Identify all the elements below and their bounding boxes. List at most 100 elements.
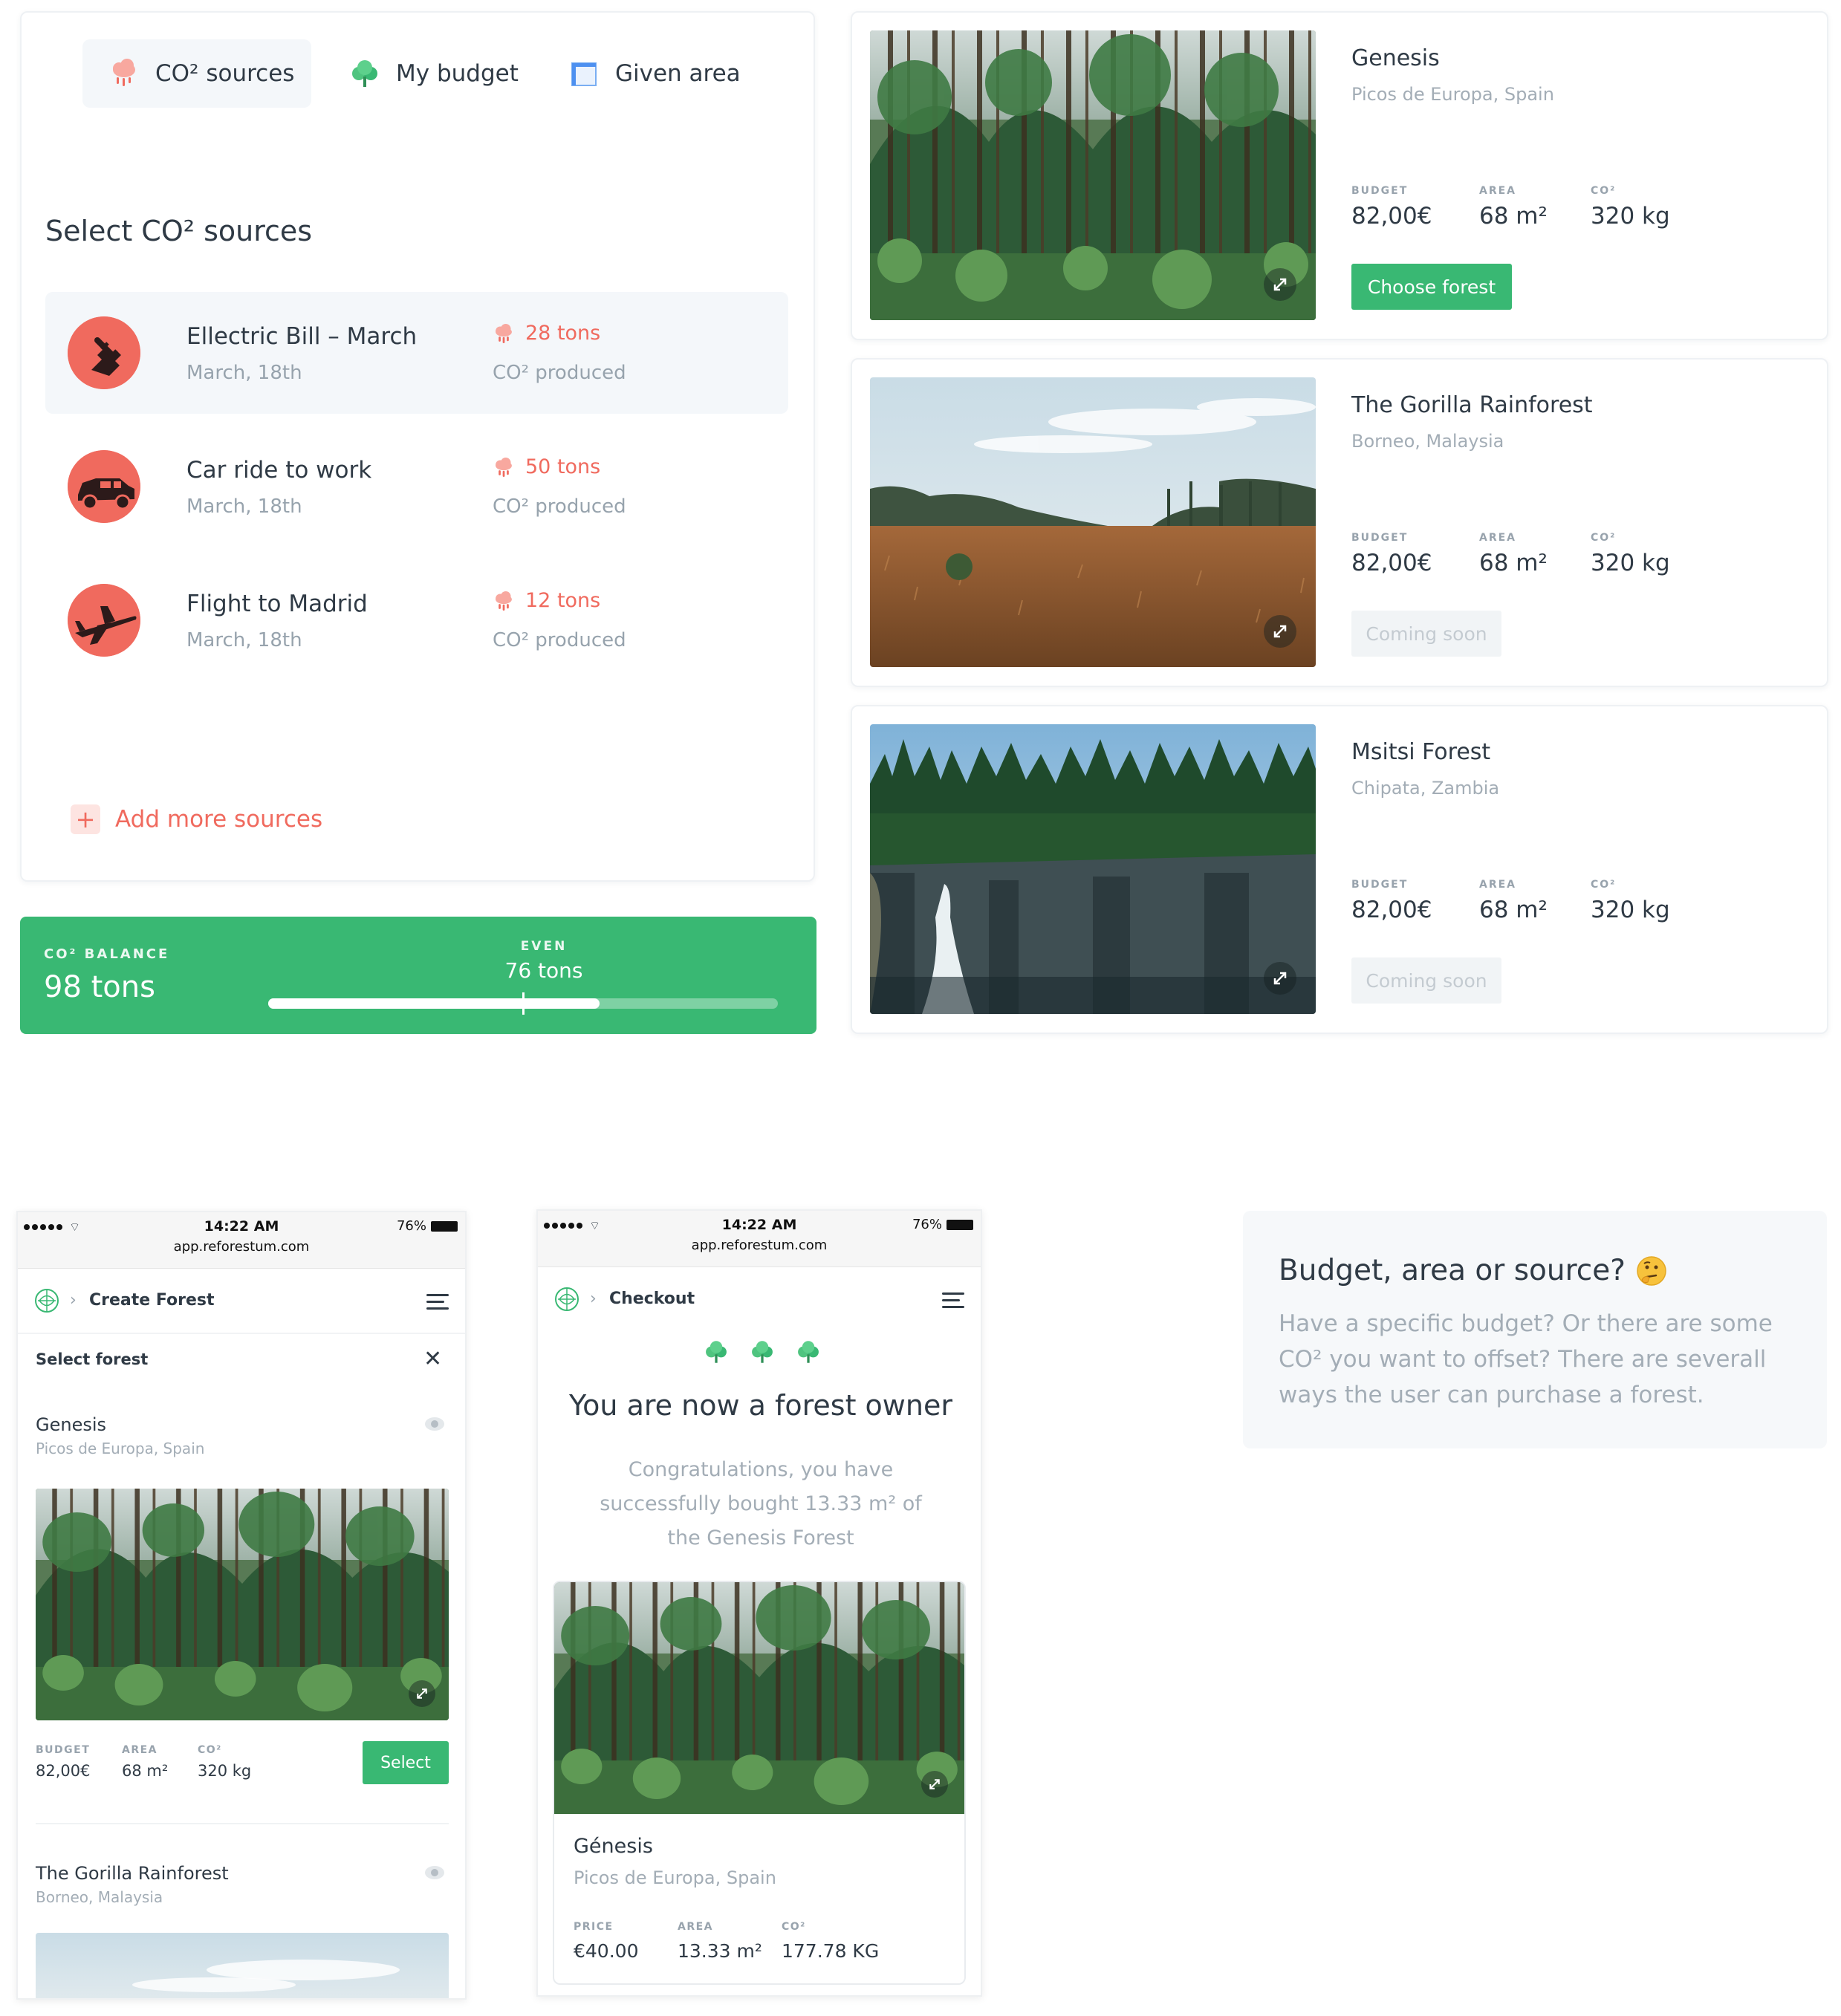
battery-icon [947, 1219, 973, 1230]
source-item[interactable]: Car ride to work March, 18th 50 tons CO²… [45, 426, 788, 547]
expand-icon[interactable] [1264, 962, 1296, 995]
price-label: PRICE [574, 1921, 614, 1933]
even-marker [522, 992, 525, 1015]
source-title: Flight to Madrid [186, 591, 368, 617]
expand-icon[interactable] [921, 1771, 948, 1798]
plus-icon: + [71, 804, 100, 834]
source-item[interactable]: Flight to Madrid March, 18th 12 tons CO²… [45, 559, 788, 681]
balance-track [268, 992, 778, 1015]
source-item[interactable]: Ellectric Bill – March March, 18th 28 to… [45, 292, 788, 414]
tab-my-budget[interactable]: My budget [348, 39, 527, 108]
forest-image [870, 724, 1316, 1014]
info-title: Budget, area or source? [1279, 1254, 1667, 1287]
area-label: AREA [678, 1921, 714, 1933]
choose-forest-button[interactable]: Choose forest [1351, 264, 1512, 310]
eye-icon[interactable] [425, 1866, 444, 1879]
status-bar: ⌔ 14:22 AM app.reforestum.com 76% [538, 1211, 981, 1267]
forest-image [554, 1582, 964, 1814]
battery-icon [431, 1220, 458, 1232]
app-nav: › Checkout [538, 1267, 981, 1333]
co2-label: CO² [782, 1921, 806, 1933]
car-icon [68, 450, 140, 523]
coming-soon-button: Coming soon [1351, 957, 1501, 1004]
forest-location: Borneo, Malaysia [1351, 431, 1504, 452]
forest-location: Chipata, Zambia [1351, 778, 1500, 799]
source-date: March, 18th [186, 629, 302, 651]
co2-label: CO² [198, 1744, 222, 1756]
tab-label: CO² sources [155, 60, 295, 87]
forest-card: Genesis Picos de Europa, Spain BUDGET 82… [851, 11, 1828, 340]
eye-icon[interactable] [425, 1417, 444, 1431]
add-more-sources-button[interactable]: + Add more sources [71, 804, 322, 834]
even-value: 76 tons [504, 958, 583, 983]
expand-icon[interactable] [1264, 268, 1296, 301]
source-date: March, 18th [186, 362, 302, 384]
forest-name: Genesis [36, 1414, 107, 1435]
co2-value: 320 kg [1591, 897, 1670, 923]
forest-name: The Gorilla Rainforest [1351, 392, 1593, 418]
breadcrumb[interactable]: Checkout [609, 1290, 695, 1308]
address-bar-url[interactable]: app.reforestum.com [18, 1239, 465, 1255]
info-card: Budget, area or source? Have a specific … [1243, 1211, 1827, 1448]
area-value: 13.33 m² [678, 1940, 762, 1962]
expand-icon[interactable] [409, 1680, 435, 1707]
co2-label: CO² [1591, 879, 1617, 891]
forest-name: Genesis [1351, 45, 1440, 71]
cloud-rain-icon [493, 456, 515, 478]
co2-label: CO² [1591, 532, 1617, 544]
budget-label: BUDGET [36, 1744, 91, 1756]
expand-icon[interactable] [1264, 615, 1296, 648]
forest-card: The Gorilla Rainforest Borneo, Malaysia … [851, 358, 1828, 687]
app-nav: › Create Forest [18, 1269, 465, 1334]
area-label: AREA [1479, 879, 1517, 891]
hamburger-menu-icon[interactable] [426, 1294, 449, 1310]
close-icon[interactable]: ✕ [423, 1346, 442, 1372]
section-heading: Select CO² sources [45, 215, 313, 247]
source-produced: CO² produced [493, 362, 626, 384]
battery-indicator: 76% [912, 1217, 973, 1232]
forest-name: Génesis [574, 1835, 653, 1858]
co2-value: 320 kg [198, 1762, 252, 1780]
forest-image [870, 377, 1316, 667]
phone-checkout: ⌔ 14:22 AM app.reforestum.com 76% › Chec… [536, 1209, 982, 1997]
cloud-rain-icon [493, 590, 515, 612]
plug-icon [68, 316, 140, 389]
thinking-face-icon [1636, 1255, 1667, 1287]
logo-icon[interactable] [554, 1287, 579, 1312]
sources-panel: CO² sources My budget Given area Select … [20, 11, 815, 882]
chevron-right-icon: › [590, 1290, 597, 1308]
success-message: Congratulations, you have successfully b… [600, 1458, 922, 1550]
address-bar-url[interactable]: app.reforestum.com [538, 1238, 981, 1253]
divider [36, 1823, 449, 1824]
breadcrumb[interactable]: Create Forest [89, 1291, 215, 1310]
select-button[interactable]: Select [363, 1741, 449, 1784]
forest-name: The Gorilla Rainforest [36, 1863, 229, 1884]
battery-indicator: 76% [397, 1218, 458, 1234]
source-tons: 28 tons [493, 322, 600, 345]
forest-name: Msitsi Forest [1351, 739, 1491, 765]
area-label: AREA [1479, 185, 1517, 197]
area-label: AREA [122, 1744, 158, 1756]
area-value: 68 m² [1479, 550, 1548, 576]
balance-value: 98 tons [44, 970, 155, 1004]
purchased-forest-card: Génesis Picos de Europa, Spain PRICE €40… [553, 1581, 966, 1985]
source-tons: 50 tons [493, 455, 600, 478]
source-title: Car ride to work [186, 457, 372, 484]
logo-icon[interactable] [34, 1288, 59, 1313]
co2-value: 177.78 KG [782, 1940, 880, 1962]
budget-label: BUDGET [1351, 532, 1409, 544]
forest-location: Borneo, Malaysia [36, 1888, 163, 1906]
area-value: 68 m² [1479, 897, 1548, 923]
cloud-rain-icon [493, 322, 515, 345]
coming-soon-button: Coming soon [1351, 611, 1501, 657]
source-title: Ellectric Bill – March [186, 323, 418, 350]
area-value: 68 m² [1479, 203, 1548, 230]
hamburger-menu-icon[interactable] [942, 1292, 964, 1309]
budget-label: BUDGET [1351, 185, 1409, 197]
co2-value: 320 kg [1591, 550, 1670, 576]
co2-label: CO² [1591, 185, 1617, 197]
tab-co2-sources[interactable]: CO² sources [82, 39, 311, 108]
co2-value: 320 kg [1591, 203, 1670, 230]
tab-given-area[interactable]: Given area [568, 39, 746, 108]
price-value: €40.00 [574, 1940, 639, 1962]
